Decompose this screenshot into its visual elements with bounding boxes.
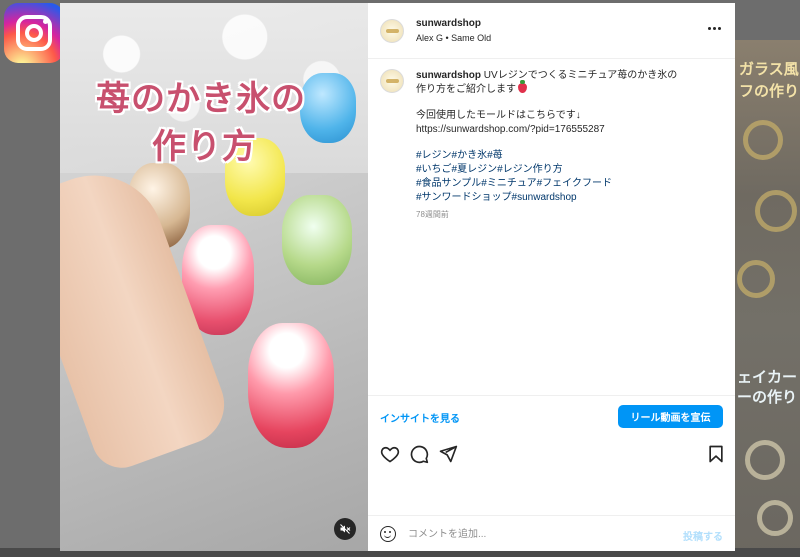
caption-avatar[interactable]: [380, 69, 404, 93]
promote-reel-button[interactable]: リール動画を宣伝: [618, 405, 723, 428]
caption-text: UVレジンでつくるミニチュア苺のかき氷の: [483, 70, 678, 81]
mute-button[interactable]: [334, 518, 356, 540]
mute-icon: [340, 524, 351, 534]
hashtags[interactable]: #いちご#夏レジン#レジン作り方: [416, 163, 721, 177]
post-header: sunwardshop Alex G • Same Old: [368, 3, 735, 59]
hashtags[interactable]: #サンワードショップ#sunwardshop: [416, 191, 721, 205]
media-title-line1: 苺のかき氷の: [96, 79, 306, 119]
post-media[interactable]: 苺のかき氷の 作り方: [60, 3, 368, 551]
caption-username[interactable]: sunwardshop: [416, 70, 481, 81]
avatar[interactable]: [380, 19, 404, 43]
comment-input[interactable]: [408, 525, 658, 543]
post-comment-button[interactable]: 投稿する: [683, 528, 723, 543]
background-text: フの作り: [739, 82, 800, 100]
background-page-preview: ガラス風 フの作り ェイカー ーの作り: [735, 40, 800, 557]
header-username[interactable]: sunwardshop: [416, 18, 481, 29]
owner-action-bar: インサイトを見る リール動画を宣伝: [368, 395, 735, 435]
post-timestamp[interactable]: 78週間前: [416, 208, 721, 222]
view-insights-link[interactable]: インサイトを見る: [380, 410, 460, 425]
more-options-icon: [707, 26, 711, 30]
caption-link: https://sunwardshop.com/?pid=176555287: [416, 124, 605, 135]
caption: sunwardshop UVレジンでつくるミニチュア苺のかき氷の 作り方をご紹介…: [416, 69, 721, 222]
background-text: ーの作り: [737, 388, 798, 406]
emoji-icon[interactable]: [380, 526, 396, 542]
bookmark-icon[interactable]: [706, 444, 726, 464]
hashtags[interactable]: #レジン#かき氷#苺: [416, 149, 721, 163]
background-text: ガラス風: [739, 60, 799, 78]
background-text: ェイカー: [737, 368, 798, 386]
more-options-button[interactable]: [704, 22, 724, 34]
instagram-logo[interactable]: [4, 3, 64, 63]
audio-attribution[interactable]: Alex G • Same Old: [416, 33, 491, 43]
post-side-panel: sunwardshop Alex G • Same Old sunwardsho…: [368, 3, 735, 551]
hashtags[interactable]: #食品サンプル#ミニチュア#フェイクフード: [416, 177, 721, 191]
strawberry-emoji-icon: [518, 80, 527, 93]
media-title-line2: 作り方: [152, 127, 257, 167]
share-icon[interactable]: [438, 444, 458, 464]
comment-bar: 投稿する: [368, 515, 735, 551]
heart-icon[interactable]: [380, 444, 400, 464]
caption-text: 今回使用したモールドはこちらです↓: [416, 110, 581, 121]
comment-icon[interactable]: [409, 444, 429, 464]
post-actions: [368, 440, 735, 470]
caption-text: 作り方をご紹介します: [416, 84, 516, 95]
